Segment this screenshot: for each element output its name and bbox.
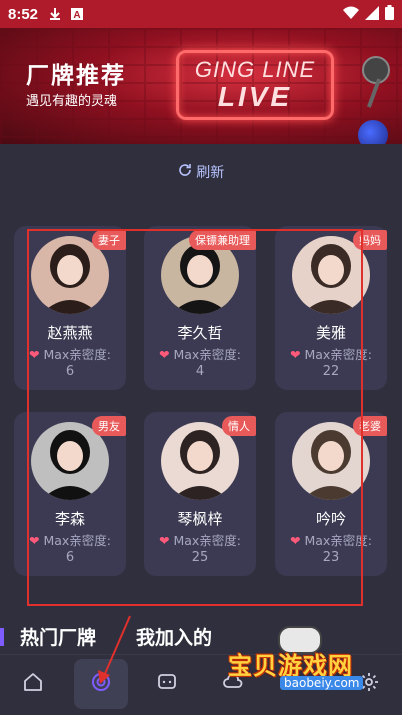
character-card[interactable]: 男友 李森 ❤ Max亲密度: 6 <box>14 412 126 576</box>
intimacy-label-row: ❤ Max亲密度: <box>275 530 387 549</box>
tab-joined[interactable]: 我加入的 <box>136 623 212 650</box>
heart-icon: ❤ <box>289 347 301 362</box>
battery-icon <box>385 4 394 24</box>
heart-icon: ❤ <box>28 347 40 362</box>
intimacy-value: 6 <box>65 364 75 379</box>
status-time: 8:52 <box>8 5 39 23</box>
intimacy-label: Max亲密度: <box>304 347 373 362</box>
nav-home[interactable] <box>6 659 60 709</box>
app-a-icon: A <box>70 7 84 21</box>
heart-icon: ❤ <box>289 533 301 548</box>
intimacy-label: Max亲密度: <box>43 533 112 548</box>
intimacy-label-row: ❤ Max亲密度: <box>144 530 256 549</box>
neon-line-2: LIVE <box>217 81 293 112</box>
refresh-label: 刷新 <box>196 165 225 181</box>
heart-icon: ❤ <box>158 533 170 548</box>
role-badge: 情人 <box>222 416 256 436</box>
intimacy-value: 6 <box>65 550 75 565</box>
role-badge: 妻子 <box>92 230 126 250</box>
signal-icon <box>365 5 379 24</box>
banner[interactable]: 厂牌推荐 遇见有趣的灵魂 GING LINE LIVE <box>0 28 402 144</box>
intimacy-value: 23 <box>322 550 340 565</box>
intimacy-label-row: ❤ Max亲密度: <box>144 344 256 363</box>
role-badge: 妈妈 <box>353 230 387 250</box>
intimacy-label: Max亲密度: <box>173 533 242 548</box>
character-card[interactable]: 情人 琴枫梓 ❤ Max亲密度: 25 <box>144 412 256 576</box>
character-card[interactable]: 妈妈 美雅 ❤ Max亲密度: 22 <box>275 226 387 390</box>
banner-subtitle: 遇见有趣的灵魂 <box>26 94 118 109</box>
svg-text:A: A <box>73 10 80 21</box>
banner-title: 厂牌推荐 <box>26 63 126 89</box>
character-card[interactable]: 老婆 吟吟 ❤ Max亲密度: 23 <box>275 412 387 576</box>
tab-indicator <box>0 628 4 646</box>
chat-icon <box>156 671 178 697</box>
heart-icon: ❤ <box>158 347 170 362</box>
watermark-url: baobeiy.com <box>280 676 364 690</box>
refresh-button[interactable]: 刷新 <box>0 162 402 182</box>
character-name: 李森 <box>54 510 85 528</box>
status-right <box>343 4 394 24</box>
refresh-icon <box>178 164 196 181</box>
intimacy-label-row: ❤ Max亲密度: <box>275 344 387 363</box>
wifi-icon <box>343 5 359 24</box>
home-icon <box>22 671 44 697</box>
heart-icon: ❤ <box>28 533 40 548</box>
disco-ball <box>358 120 388 144</box>
status-bar: 8:52 A <box>0 0 402 28</box>
character-name: 李久哲 <box>177 324 223 342</box>
character-card[interactable]: 妻子 赵燕燕 ❤ Max亲密度: 6 <box>14 226 126 390</box>
character-name: 琴枫梓 <box>177 510 223 528</box>
role-badge: 男友 <box>92 416 126 436</box>
intimacy-label-row: ❤ Max亲密度: <box>14 530 126 549</box>
character-card[interactable]: 保镖兼助理 李久哲 ❤ Max亲密度: 4 <box>144 226 256 390</box>
watermark: 宝贝游戏网 baobeiy.com <box>222 626 398 696</box>
intimacy-value: 4 <box>195 364 205 379</box>
download-icon <box>48 7 62 21</box>
role-badge: 保镖兼助理 <box>189 230 256 250</box>
discover-icon <box>89 670 113 698</box>
role-badge: 老婆 <box>353 416 387 436</box>
nav-chat[interactable] <box>140 659 194 709</box>
character-name: 赵燕燕 <box>47 324 93 342</box>
intimacy-label: Max亲密度: <box>173 347 242 362</box>
intimacy-value: 22 <box>322 364 340 379</box>
intimacy-label: Max亲密度: <box>43 347 112 362</box>
character-name: 美雅 <box>315 324 346 342</box>
intimacy-label-row: ❤ Max亲密度: <box>14 344 126 363</box>
character-name: 吟吟 <box>315 510 346 528</box>
intimacy-value: 25 <box>191 550 209 565</box>
neon-sign: GING LINE LIVE <box>176 50 334 120</box>
intimacy-label: Max亲密度: <box>304 533 373 548</box>
neon-line-1: GING LINE <box>194 57 316 82</box>
nav-discover[interactable] <box>74 659 128 709</box>
tab-hot-brands[interactable]: 热门厂牌 <box>20 623 96 650</box>
